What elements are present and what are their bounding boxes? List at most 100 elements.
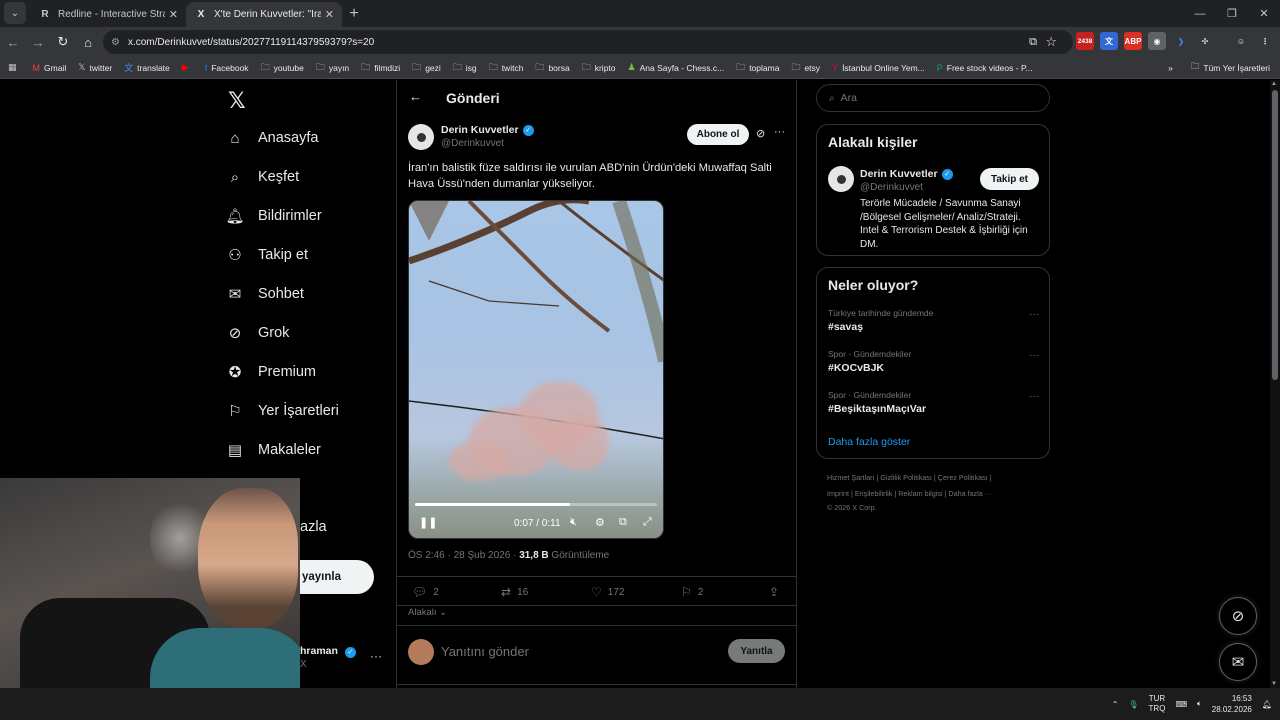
chevron-up-icon[interactable]: ⌃ (1112, 700, 1119, 709)
bookmark-youtube-red[interactable]: ▶ (182, 62, 193, 73)
nav-item-articles[interactable]: ▤ Makaleler (226, 441, 321, 459)
network-icon[interactable]: ⌨ (1175, 700, 1187, 709)
forward-icon[interactable]: → (26, 30, 50, 54)
nav-item-grok[interactable]: ⊘ Grok (226, 324, 290, 342)
bookmark-folder-youtube[interactable]: 🗀 youtube (261, 60, 304, 76)
messages-float-button[interactable]: ✉ (1219, 643, 1257, 681)
bookmark-folder-yayin[interactable]: 🗀 yayın (316, 60, 349, 76)
vpn-extension-icon[interactable]: ◉ (1148, 32, 1166, 50)
bookmark-translate[interactable]: 文 translate (124, 61, 170, 74)
show-more-link[interactable]: Daha fazla göster (828, 436, 910, 448)
back-arrow-icon[interactable]: ← (409, 89, 422, 104)
x-logo-icon[interactable]: 𝕏 (228, 88, 246, 114)
extension-badge-icon[interactable]: 2438 (1076, 32, 1094, 50)
volume-icon[interactable]: 🔈︎ (1197, 699, 1202, 709)
install-app-icon[interactable]: ⧉ (1029, 36, 1037, 49)
bookmark-folder-gezi[interactable]: 🗀 gezi (412, 60, 441, 76)
pause-icon[interactable]: ❚❚ (419, 516, 437, 529)
tab-close-icon[interactable]: ✕ (169, 8, 178, 21)
tab-close-icon[interactable]: ✕ (325, 8, 334, 21)
fullscreen-icon[interactable]: ⤢ (643, 516, 652, 529)
share-action[interactable]: ⇪ (769, 585, 785, 599)
reply-input[interactable]: Yanıtını gönder (441, 644, 529, 659)
browser-tab-redline[interactable]: R Redline - Interactive Strategic M ✕ (30, 2, 186, 27)
home-icon[interactable]: ⌂ (76, 30, 100, 54)
close-window-icon[interactable]: ✕ (1248, 0, 1280, 27)
account-name[interactable]: hraman ✓ (300, 645, 356, 658)
bookmark-facebook[interactable]: f Facebook (205, 63, 249, 73)
bookmark-folder-toplama[interactable]: 🗀 toplama (736, 60, 779, 76)
author-name[interactable]: Derin Kuvvetler ✓ (441, 124, 534, 136)
more-options-icon[interactable]: ··· (774, 126, 785, 138)
restore-icon[interactable]: ❐ (1216, 0, 1248, 27)
video-progress-bar[interactable] (415, 503, 657, 506)
adblock-extension-icon[interactable]: ABP (1124, 32, 1142, 50)
browser-tab-x[interactable]: X X'te Derin Kuvvetler: "İran'ın ba ✕ (186, 2, 342, 27)
nav-item-premium[interactable]: ✪ Premium (226, 363, 316, 381)
audio-extension-icon[interactable]: ❯ (1172, 32, 1190, 50)
translate-extension-icon[interactable]: 文 (1100, 32, 1118, 50)
nav-item-notifications[interactable]: 🔔︎ Bildirimler (225, 207, 321, 225)
address-bar[interactable]: ⚙ x.com/Derinkuvvet/status/2027711911437… (103, 30, 1073, 54)
extensions-puzzle-icon[interactable]: ✣ (1196, 32, 1214, 50)
settings-icon[interactable]: ⚙ (595, 516, 605, 529)
minimize-icon[interactable]: — (1184, 0, 1216, 27)
repost-action[interactable]: ⇄ 16 (501, 585, 528, 599)
bookmark-action[interactable]: ⚐ 2 (681, 585, 703, 599)
related-dropdown[interactable]: Alakalı ⌄ (408, 607, 447, 618)
search-input[interactable]: ⌕ Ara (816, 84, 1050, 112)
author-handle[interactable]: @Derinkuvvet (441, 138, 504, 149)
trend-item[interactable]: Türkiye tarihinde gündemde #savaş (828, 308, 933, 333)
scroll-up-icon[interactable]: ▲ (1271, 81, 1277, 87)
bookmark-istanbul[interactable]: Y İstanbul Online Yem... (832, 63, 925, 73)
bookmark-folder-isg[interactable]: 🗀 isg (453, 60, 477, 76)
new-tab-button[interactable]: + (342, 2, 366, 26)
microphone-icon[interactable]: 🎙︎ (1128, 700, 1138, 709)
nav-item-chat[interactable]: ✉ Sohbet (226, 285, 304, 303)
bookmark-folder-twitch[interactable]: 🗀 twitch (489, 60, 524, 76)
post-button[interactable]: yayınla (300, 560, 374, 594)
trend-more-icon[interactable]: ··· (1029, 309, 1039, 320)
bookmark-twitter[interactable]: 𝕏twitter (78, 62, 112, 73)
follow-button[interactable]: Takip et (980, 168, 1039, 190)
notification-icon[interactable]: 🔔︎ (1262, 700, 1272, 709)
browser-menu-icon[interactable]: ⋮ (1256, 32, 1274, 50)
nav-item-home[interactable]: ⌂ Anasayfa (226, 129, 318, 147)
trend-item[interactable]: Spor · Gündemdekiler #KOCvBJK (828, 349, 911, 374)
related-avatar[interactable] (828, 166, 854, 192)
grok-float-button[interactable]: ⊘ (1219, 597, 1257, 635)
all-bookmarks[interactable]: » 🗀 Tüm Yer İşaretleri (1168, 61, 1270, 75)
bookmark-chess[interactable]: ♟ Ana Sayfa - Chess.c... (628, 62, 725, 73)
apps-grid-icon[interactable]: ▦ (8, 62, 21, 73)
grok-icon[interactable]: ⊘ (756, 127, 765, 140)
scrollbar-thumb[interactable] (1272, 90, 1278, 380)
bookmark-folder-etsy[interactable]: 🗀 etsy (791, 60, 820, 76)
language-indicator[interactable]: TUR TRQ (1149, 694, 1166, 714)
trend-item[interactable]: Spor · Gündemdekiler #BeşiktaşınMaçıVar (828, 390, 926, 415)
nav-item-more[interactable]: azla (300, 519, 327, 535)
bookmark-pexels[interactable]: P Free stock videos - P... (937, 63, 1033, 73)
bookmark-folder-kripto[interactable]: 🗀 kripto (582, 60, 616, 76)
account-more-icon[interactable]: ··· (370, 649, 382, 663)
nav-item-explore[interactable]: ⌕ Keşfet (226, 168, 299, 186)
bookmark-gmail[interactable]: M Gmail (33, 63, 67, 73)
author-avatar[interactable] (408, 124, 434, 150)
scroll-down-icon[interactable]: ▼ (1271, 681, 1277, 687)
footer-links[interactable]: Hizmet Şartları | Gizlilik Politikası | … (827, 470, 1057, 486)
trend-more-icon[interactable]: ··· (1029, 391, 1039, 402)
video-player[interactable]: ❚❚ 0:07 / 0:11 🔇︎ ⚙ ⧉ ⤢ (408, 200, 664, 539)
bookmark-star-icon[interactable]: ☆ (1045, 34, 1057, 50)
mute-icon[interactable]: 🔇︎ (570, 516, 577, 529)
trend-more-icon[interactable]: ··· (1029, 350, 1039, 361)
site-info-icon[interactable]: ⚙ (111, 37, 120, 48)
reply-button[interactable]: Yanıtla (728, 639, 785, 663)
pip-icon[interactable]: ⧉ (619, 516, 627, 529)
reload-icon[interactable]: ↻ (51, 30, 75, 54)
chevron-right-icon[interactable]: » (1168, 63, 1173, 73)
related-name[interactable]: Derin Kuvvetler ✓ (860, 168, 953, 180)
bookmark-folder-borsa[interactable]: 🗀 borsa (535, 60, 569, 76)
page-scrollbar[interactable]: ▲ ▼ (1270, 80, 1280, 688)
bookmark-folder-filmdizi[interactable]: 🗀 filmdizi (361, 60, 400, 76)
clock[interactable]: 16:53 28.02.2026 (1212, 693, 1252, 715)
reply-action[interactable]: 💬︎ 2 (412, 585, 439, 599)
